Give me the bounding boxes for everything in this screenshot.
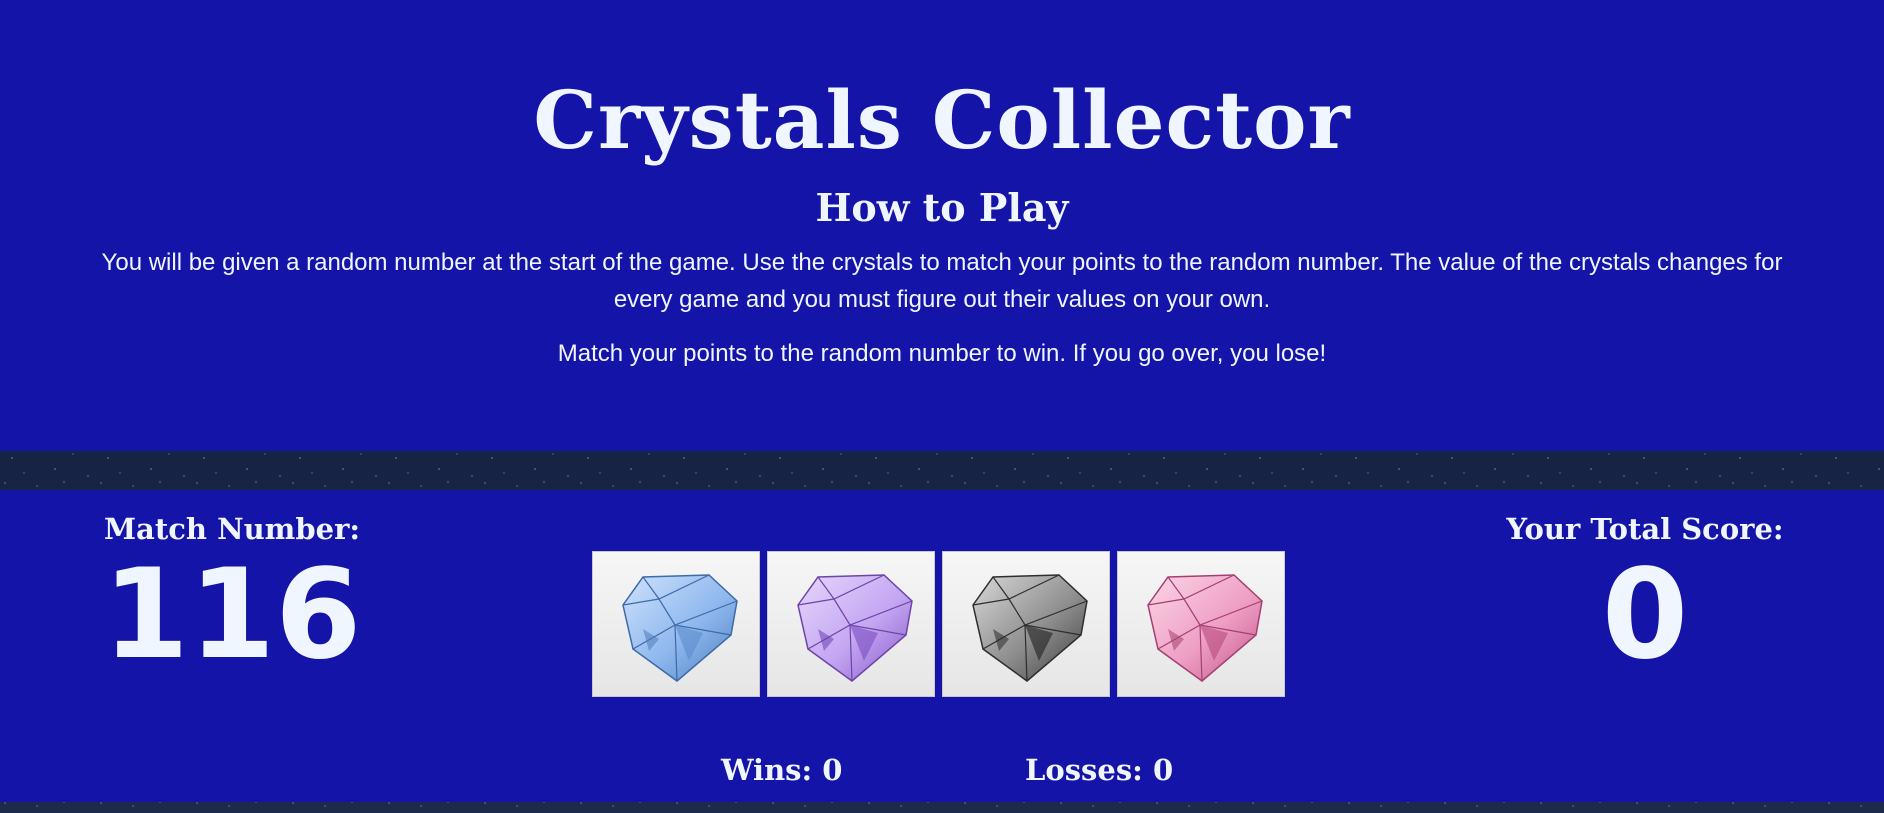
blue-crystal-button[interactable] <box>592 551 760 697</box>
pink-crystal-icon <box>1147 574 1263 682</box>
blue-crystal-icon <box>622 574 738 682</box>
match-number-value: 116 <box>102 543 362 687</box>
instructions-panel: Crystals Collector How to Play You will … <box>0 0 1884 451</box>
crystal-buttons <box>592 551 1288 701</box>
match-number-label: Match Number: <box>103 512 361 546</box>
game-panel: Match Number: 116 Your Total Score: 0 Wi… <box>0 490 1884 802</box>
game-title: Crystals Collector <box>533 73 1351 167</box>
wins-counter: Wins: 0 <box>721 753 843 787</box>
pink-crystal-button[interactable] <box>1117 551 1285 697</box>
losses-counter: Losses: 0 <box>1025 753 1174 787</box>
win-rule-text: Match your points to the random number t… <box>557 340 1327 367</box>
purple-crystal-button[interactable] <box>767 551 935 697</box>
how-to-play-heading: How to Play <box>815 185 1069 230</box>
total-score-label: Your Total Score: <box>1506 512 1784 546</box>
purple-crystal-icon <box>797 574 913 682</box>
instructions-text: You will be given a random number at the… <box>101 249 1783 313</box>
gray-crystal-icon <box>972 574 1088 682</box>
gray-crystal-button[interactable] <box>942 551 1110 697</box>
total-score-value: 0 <box>1601 543 1689 687</box>
